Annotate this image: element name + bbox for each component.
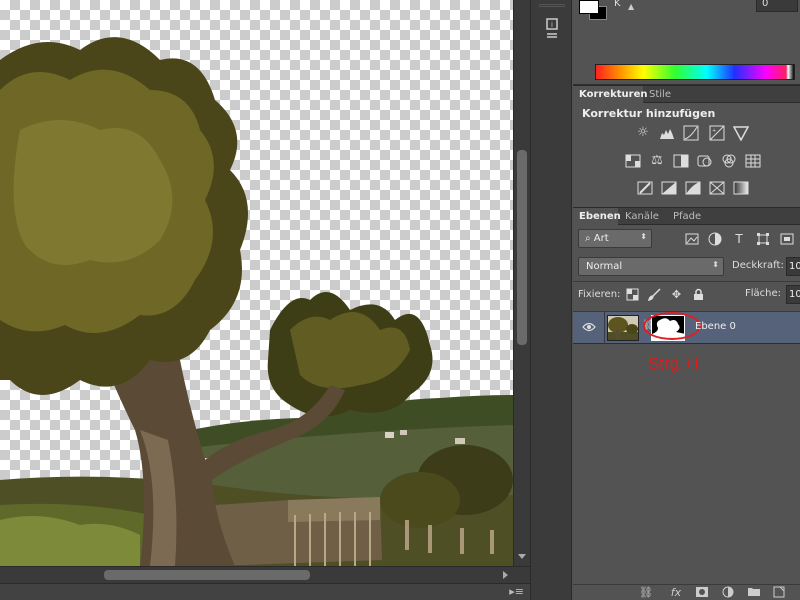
filter-shape-layers-icon[interactable] <box>756 232 770 246</box>
k-value-input[interactable]: 0 <box>756 0 798 12</box>
filter-pixel-layers-icon[interactable] <box>685 232 699 246</box>
threshold-icon[interactable] <box>685 180 701 196</box>
color-balance-icon[interactable]: ⚖ <box>649 153 665 169</box>
filter-type-layers-icon[interactable]: T <box>732 232 746 246</box>
brightness-contrast-icon[interactable]: ☼ <box>635 125 651 141</box>
new-group-folder-icon[interactable] <box>747 586 761 600</box>
visibility-eye-icon[interactable] <box>582 321 596 333</box>
hue-saturation-icon[interactable] <box>625 153 641 169</box>
exposure-icon[interactable]: + <box>709 125 725 141</box>
layer-filter-value: Art <box>593 233 609 244</box>
shortcut-annotation: Strg.+I <box>648 354 699 373</box>
dock-info-panel-button[interactable]: i <box>541 16 563 42</box>
opacity-label: Deckkraft: <box>732 260 784 271</box>
status-bar: ▸≡ <box>0 583 530 600</box>
new-layer-icon[interactable] <box>772 586 786 600</box>
status-menu-icon[interactable]: ▸≡ <box>509 585 524 598</box>
tab-pfade[interactable]: Pfade <box>667 208 707 225</box>
layers-tab-bar: Ebenen Kanäle Pfade <box>573 207 800 225</box>
vibrance-icon[interactable] <box>732 125 750 142</box>
lock-all-icon[interactable] <box>692 288 705 301</box>
layer-thumbnail[interactable] <box>607 315 639 341</box>
new-adjustment-layer-icon[interactable] <box>721 586 735 600</box>
tab-kanaele[interactable]: Kanäle <box>619 208 667 225</box>
k-channel-label: K <box>614 0 621 9</box>
tree-photo-layer <box>0 37 513 566</box>
levels-icon[interactable] <box>659 125 675 141</box>
divider <box>573 281 800 282</box>
black-white-icon[interactable] <box>673 153 689 169</box>
color-panel: K ▲ 0 <box>573 0 800 85</box>
curves-icon[interactable] <box>683 125 699 141</box>
photoshop-window: ▸≡ i K ▲ 0 Korrekturen Stile Korrektur h… <box>0 0 800 600</box>
adjustments-title: Korrektur hinzufügen <box>582 107 716 120</box>
right-panel-column: K ▲ 0 Korrekturen Stile Korrektur hinzuf… <box>573 0 800 600</box>
layers-panel: ⌕ Art ⬍ T Normal ⬍ Deckkraft: 100 <box>573 225 800 600</box>
vertical-scrollbar[interactable] <box>513 0 530 566</box>
panel-dock: i <box>530 0 572 600</box>
adjustments-panel: Korrektur hinzufügen ☼ + ⚖ <box>573 103 800 205</box>
dock-grip[interactable] <box>539 4 565 7</box>
tab-stile[interactable]: Stile <box>643 86 679 103</box>
svg-text:i: i <box>551 21 553 29</box>
k-slider-marker-icon[interactable]: ▲ <box>628 2 634 11</box>
link-layers-icon[interactable]: ⛓ <box>639 586 653 600</box>
scroll-down-arrow-icon[interactable] <box>518 554 526 559</box>
filter-smart-object-icon[interactable] <box>780 232 794 246</box>
posterize-icon[interactable] <box>661 180 677 196</box>
tab-korrekturen[interactable]: Korrekturen <box>573 86 647 103</box>
fill-input[interactable]: 100 <box>786 285 800 304</box>
selective-color-icon[interactable] <box>709 180 725 196</box>
info-panel-icon: i <box>546 18 558 38</box>
annotation-highlight-circle <box>643 312 701 340</box>
layer-row[interactable]: ⛓ Ebene 0 <box>573 312 800 344</box>
color-lookup-icon[interactable] <box>745 153 761 169</box>
vertical-scroll-thumb[interactable] <box>517 150 527 345</box>
divider <box>604 312 605 344</box>
layer-filter-select[interactable]: ⌕ Art ⬍ <box>578 229 652 248</box>
fill-label: Fläche: <box>745 288 782 299</box>
tab-ebenen[interactable]: Ebenen <box>573 208 621 225</box>
invert-icon[interactable] <box>637 180 653 196</box>
horizontal-scroll-thumb[interactable] <box>104 570 310 580</box>
color-spectrum-ramp[interactable] <box>595 64 795 80</box>
lock-position-move-icon[interactable]: ✥ <box>670 288 683 301</box>
channel-mixer-icon[interactable] <box>721 153 737 169</box>
gradient-map-icon[interactable] <box>733 180 749 196</box>
layer-style-fx-icon[interactable]: fx <box>669 586 683 600</box>
foreground-color-swatch[interactable] <box>579 0 599 14</box>
opacity-input[interactable]: 100 <box>786 257 800 276</box>
lock-image-pixels-brush-icon[interactable] <box>647 288 661 302</box>
search-icon: ⌕ <box>585 233 594 244</box>
layer-name[interactable]: Ebene 0 <box>695 321 736 332</box>
svg-text:+: + <box>712 128 716 134</box>
blend-mode-value: Normal <box>586 261 623 272</box>
add-mask-icon[interactable] <box>695 586 709 600</box>
lock-transparent-pixels-icon[interactable] <box>626 288 639 301</box>
horizontal-scrollbar[interactable] <box>0 566 530 583</box>
document-canvas[interactable] <box>0 0 513 566</box>
scroll-right-arrow-icon[interactable] <box>503 571 508 579</box>
filter-adjustment-layers-icon[interactable] <box>708 232 722 246</box>
lock-label: Fixieren: <box>578 289 621 300</box>
blend-mode-select[interactable]: Normal ⬍ <box>578 257 724 276</box>
photo-filter-icon[interactable] <box>697 153 713 169</box>
updown-arrow-icon: ⬍ <box>712 260 719 269</box>
layers-footer-toolbar: ⛓ fx <box>573 584 800 600</box>
adjustments-tab-bar: Korrekturen Stile <box>573 85 800 103</box>
updown-arrow-icon: ⬍ <box>640 232 647 241</box>
